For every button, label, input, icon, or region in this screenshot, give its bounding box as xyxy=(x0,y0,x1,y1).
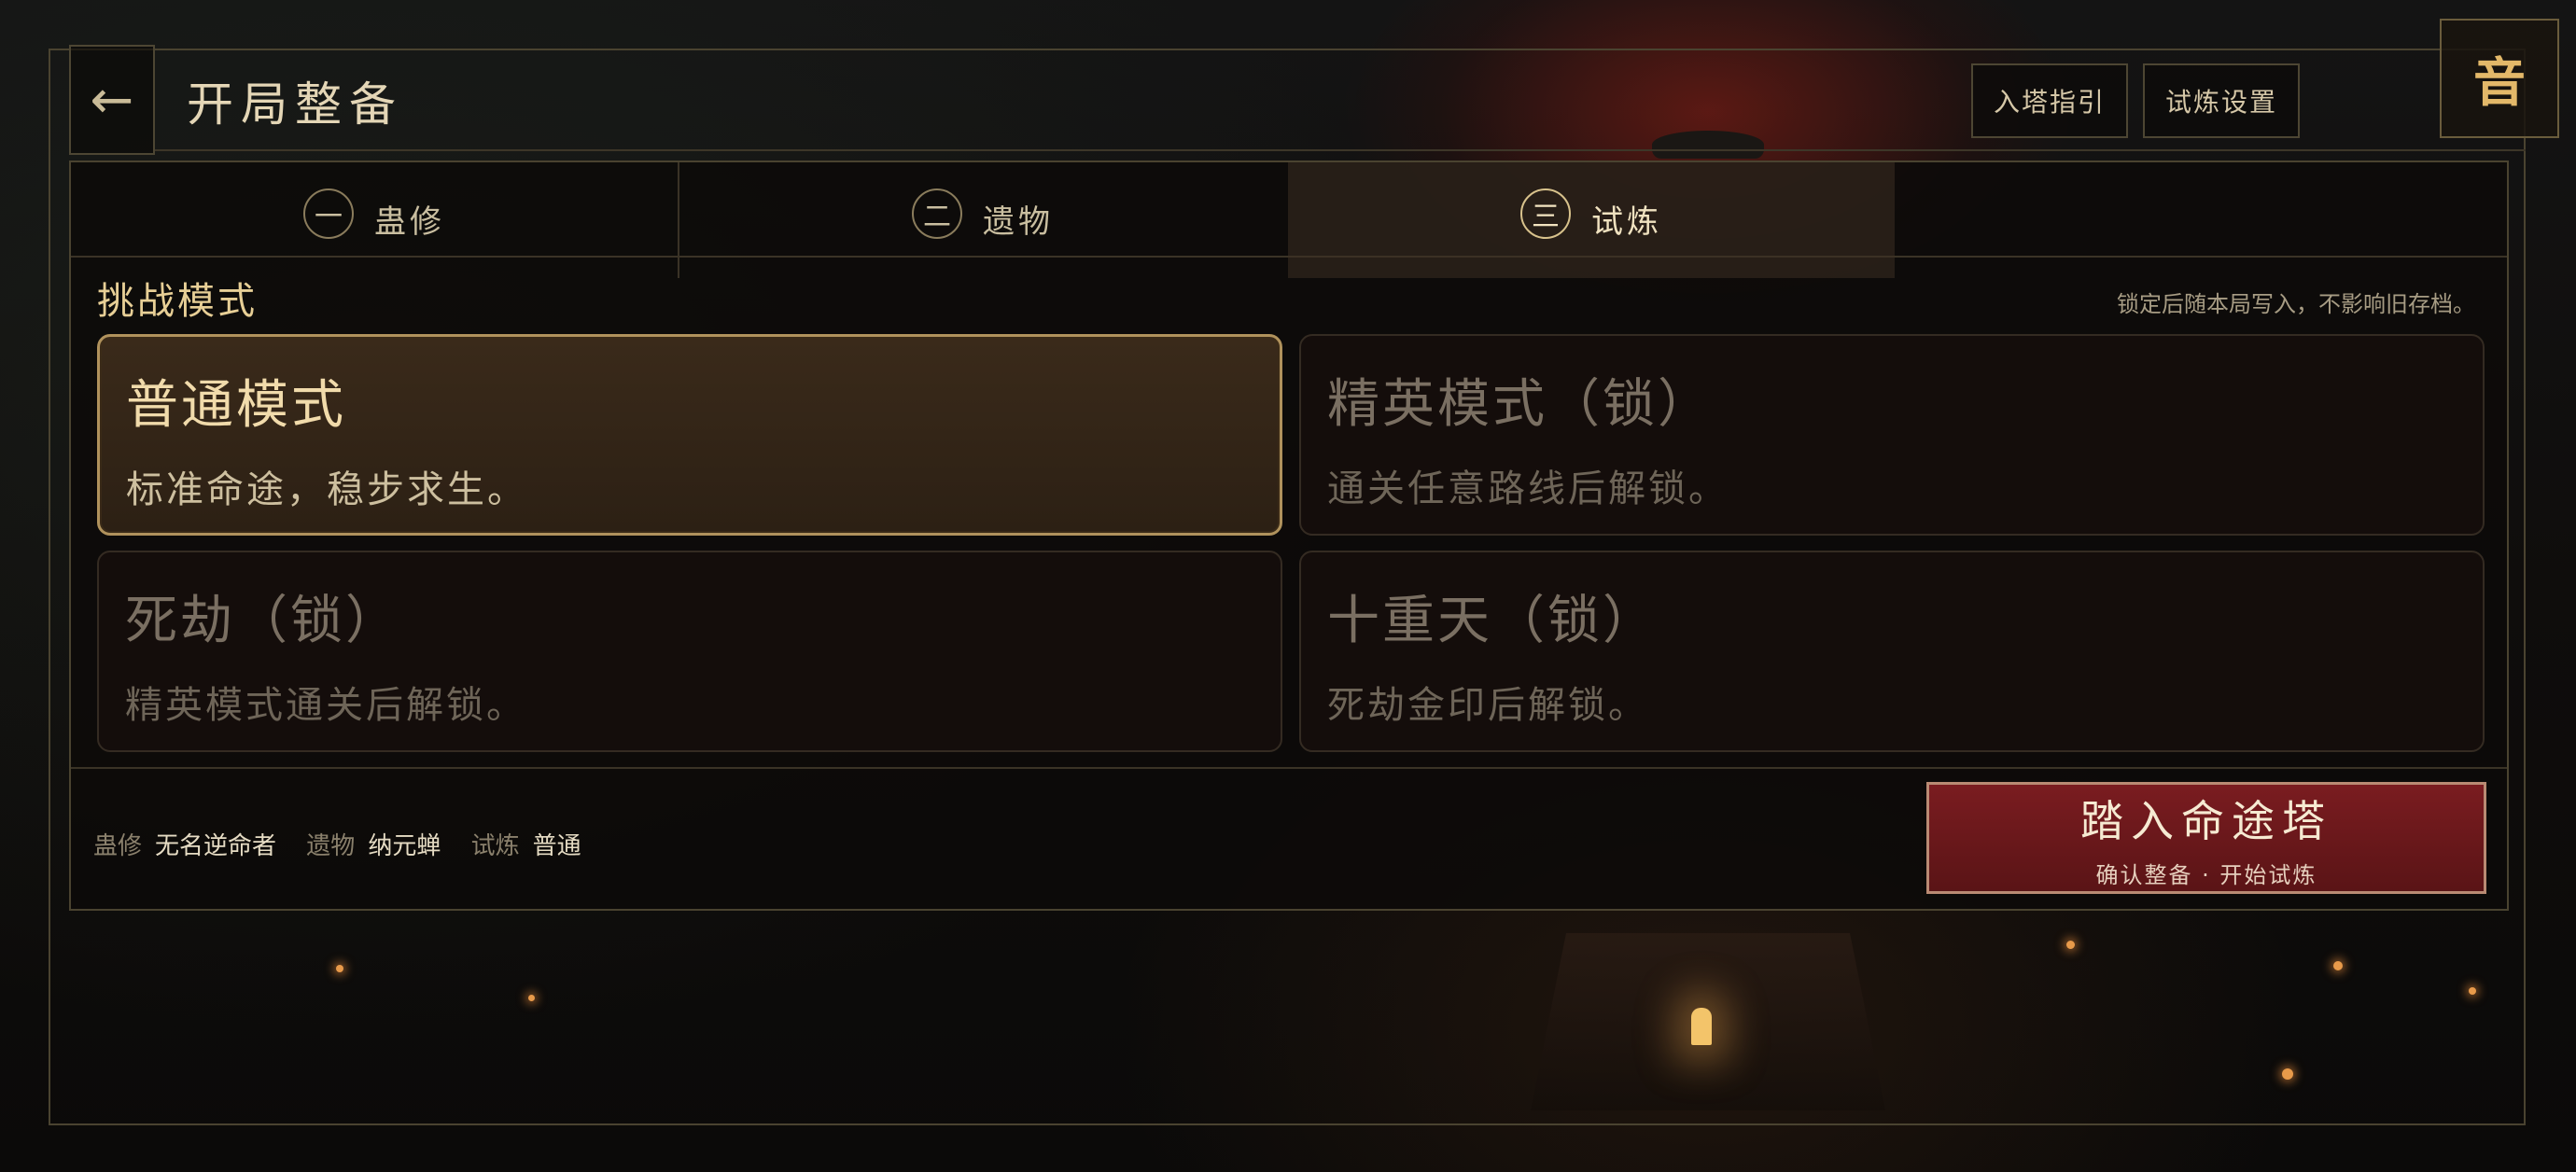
tab-number-badge: 一 xyxy=(303,188,354,239)
page-title: 开局整备 xyxy=(187,77,403,132)
mode-desc: 通关任意路线后解锁。 xyxy=(1327,467,1729,510)
tab-number-badge: 二 xyxy=(912,188,962,239)
summary-label: 试炼 xyxy=(470,832,520,860)
back-arrow-icon: ← xyxy=(90,69,134,131)
mode-card-elite[interactable]: 精英模式（锁） 通关任意路线后解锁。 xyxy=(1299,334,2485,536)
tab-label: 试炼 xyxy=(1591,203,1662,241)
mode-title: 死劫（锁） xyxy=(125,591,400,651)
mode-title: 普通模式 xyxy=(126,375,346,436)
summary-label: 蛊修 xyxy=(93,832,143,860)
enter-subtitle: 确认整备 · 开始试炼 xyxy=(2095,861,2317,888)
trial-settings-button[interactable]: 试炼设置 xyxy=(2143,63,2300,138)
loadout-summary: 蛊修 无名逆命者 遗物 纳元蝉 试炼 普通 xyxy=(93,827,604,861)
mode-desc: 精英模式通关后解锁。 xyxy=(125,684,526,727)
tab-number-badge: 三 xyxy=(1520,188,1571,239)
summary-value: 纳元蝉 xyxy=(368,832,441,860)
tab-label: 遗物 xyxy=(983,203,1054,241)
header-divider xyxy=(155,149,2526,151)
summary-value: 无名逆命者 xyxy=(155,832,277,860)
back-button[interactable]: ← xyxy=(69,45,155,155)
sound-toggle-button[interactable]: 音 xyxy=(2440,19,2559,138)
setup-panel: 一 蛊修 二 遗物 三 试炼 挑战模式 锁定后随本局写入，不影响旧存档。 普通模… xyxy=(69,160,2509,911)
summary-label: 遗物 xyxy=(306,832,356,860)
tab-relics[interactable]: 二 遗物 xyxy=(679,162,1286,278)
section-title: 挑战模式 xyxy=(97,280,258,323)
enter-tower-button[interactable]: 踏入命途塔 确认整备 · 开始试炼 xyxy=(1926,782,2486,894)
mode-card-deathtrial[interactable]: 死劫（锁） 精英模式通关后解锁。 xyxy=(97,551,1282,752)
section-note: 锁定后随本局写入，不影响旧存档。 xyxy=(2117,291,2475,317)
summary-value: 普通 xyxy=(532,832,581,860)
tower-guide-button[interactable]: 入塔指引 xyxy=(1971,63,2128,138)
tab-trial[interactable]: 三 试炼 xyxy=(1288,162,1895,278)
footer-divider xyxy=(71,767,2507,769)
enter-title: 踏入命途塔 xyxy=(2080,795,2332,846)
mode-title: 十重天（锁） xyxy=(1327,591,1658,651)
tab-label: 蛊修 xyxy=(374,203,445,241)
mode-card-normal[interactable]: 普通模式 标准命途，稳步求生。 xyxy=(97,334,1282,536)
mode-desc: 死劫金印后解锁。 xyxy=(1327,684,1648,727)
mode-title: 精英模式（锁） xyxy=(1327,374,1713,435)
tab-gu-cultivation[interactable]: 一 蛊修 xyxy=(71,162,678,278)
mode-desc: 标准命途，稳步求生。 xyxy=(126,468,527,511)
mode-card-tenth-heaven[interactable]: 十重天（锁） 死劫金印后解锁。 xyxy=(1299,551,2485,752)
